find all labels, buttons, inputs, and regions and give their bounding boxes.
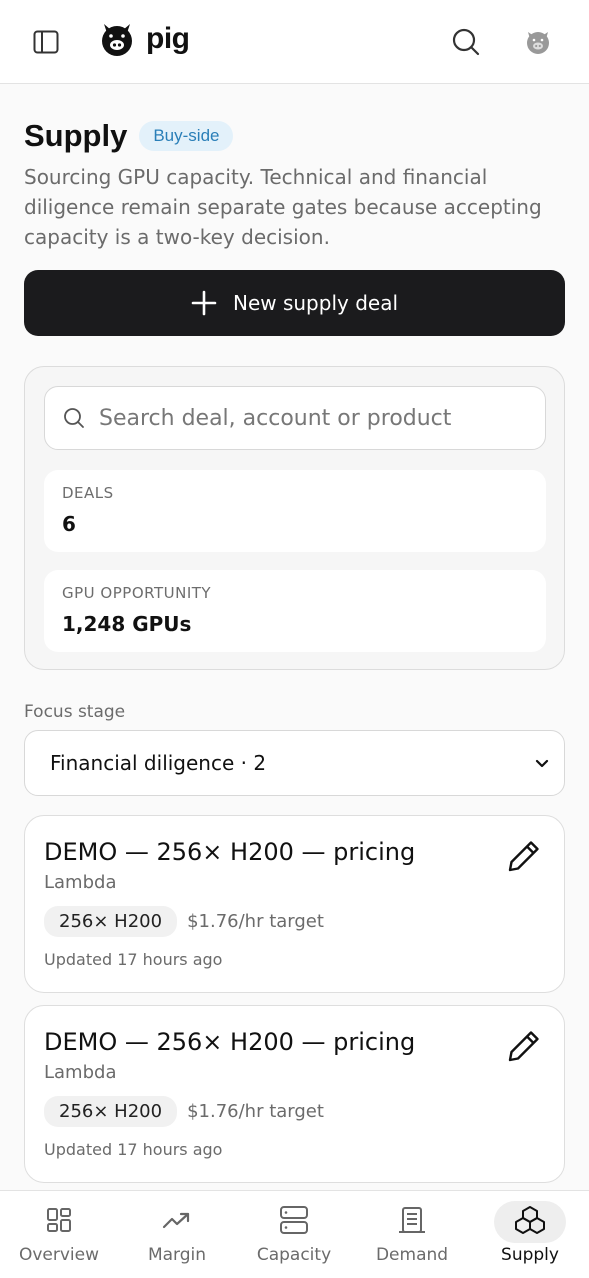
edit-deal-button[interactable] xyxy=(504,836,544,876)
nav-capacity[interactable]: Capacity xyxy=(250,1191,338,1278)
deal-account: Lambda xyxy=(44,872,117,893)
updated-timestamp: Updated 17 hours ago xyxy=(44,950,223,969)
gpu-opportunity-value: 1,248 GPUs xyxy=(62,612,192,636)
deals-stat-value: 6 xyxy=(62,512,76,536)
sidebar-toggle-button[interactable] xyxy=(26,22,66,62)
pencil-icon xyxy=(508,841,539,872)
nav-label: Margin xyxy=(147,1245,207,1265)
nav-label: Overview xyxy=(18,1245,100,1265)
search-field[interactable] xyxy=(44,386,546,450)
sidebar-icon xyxy=(33,30,59,54)
brand-name: pig xyxy=(146,22,190,55)
deal-account: Lambda xyxy=(44,1062,117,1083)
focus-stage-label: Focus stage xyxy=(24,702,126,722)
brand[interactable]: pig xyxy=(98,20,190,58)
search-input[interactable] xyxy=(99,405,519,431)
edit-deal-button[interactable] xyxy=(504,1026,544,1066)
deal-meta: 256× H200 $1.76/hr target xyxy=(44,1096,324,1127)
price-target: $1.76/hr target xyxy=(187,1101,324,1122)
new-supply-deal-button[interactable]: New supply deal xyxy=(24,270,565,336)
price-target: $1.76/hr target xyxy=(187,911,324,932)
gpu-opportunity-label: GPU OPPORTUNITY xyxy=(62,584,212,602)
deal-card[interactable]: DEMO — 256× H200 — pricing Lambda 256× H… xyxy=(24,1005,565,1183)
filter-card: DEALS 6 GPU OPPORTUNITY 1,248 GPUs xyxy=(24,366,565,670)
page-subtitle: Sourcing GPU capacity. Technical and fin… xyxy=(24,165,542,249)
focus-stage-value: Financial diligence · 2 xyxy=(50,751,267,775)
nav-label: Capacity xyxy=(256,1245,332,1265)
deal-title[interactable]: DEMO — 256× H200 — pricing xyxy=(44,1028,415,1056)
bottom-nav: Overview Margin Capacity Demand Supply xyxy=(0,1190,589,1278)
user-avatar[interactable] xyxy=(518,22,558,62)
deal-card[interactable]: DEMO — 256× H200 — pricing Lambda 256× H… xyxy=(24,815,565,993)
boxes-icon xyxy=(515,1206,545,1234)
deal-title[interactable]: DEMO — 256× H200 — pricing xyxy=(44,838,415,866)
pig-logo-icon xyxy=(102,24,132,56)
product-chip: 256× H200 xyxy=(44,1096,178,1127)
new-supply-deal-label: New supply deal xyxy=(232,291,399,315)
pencil-icon xyxy=(508,1031,539,1062)
buy-side-badge: Buy-side xyxy=(139,121,234,151)
product-chip: 256× H200 xyxy=(44,906,178,937)
page-title: Supply xyxy=(24,118,128,153)
nav-label: Demand xyxy=(375,1245,449,1265)
deal-meta: 256× H200 $1.76/hr target xyxy=(44,906,324,937)
trend-up-icon xyxy=(162,1212,190,1229)
title-row: Supply Buy-side xyxy=(24,118,234,154)
nav-label: Supply xyxy=(501,1245,559,1265)
grid-icon xyxy=(47,1208,71,1232)
search-button[interactable] xyxy=(446,22,486,62)
nav-demand[interactable]: Demand xyxy=(368,1191,456,1278)
nav-margin[interactable]: Margin xyxy=(134,1191,220,1278)
search-icon xyxy=(452,28,480,56)
server-icon xyxy=(280,1206,308,1234)
pig-avatar-icon xyxy=(527,32,549,54)
nav-overview[interactable]: Overview xyxy=(14,1191,104,1278)
gpu-opportunity-stat: GPU OPPORTUNITY 1,248 GPUs xyxy=(44,570,546,652)
app-header: pig xyxy=(0,0,589,84)
focus-stage-select[interactable]: Financial diligence · 2 xyxy=(24,730,565,796)
deals-stat: DEALS 6 xyxy=(44,470,546,552)
building-icon xyxy=(399,1207,425,1233)
deals-stat-label: DEALS xyxy=(62,484,114,502)
plus-icon xyxy=(191,290,217,316)
nav-supply[interactable]: Supply xyxy=(486,1191,574,1278)
chevron-down-icon xyxy=(535,759,549,768)
updated-timestamp: Updated 17 hours ago xyxy=(44,1140,223,1159)
search-icon xyxy=(64,408,84,428)
